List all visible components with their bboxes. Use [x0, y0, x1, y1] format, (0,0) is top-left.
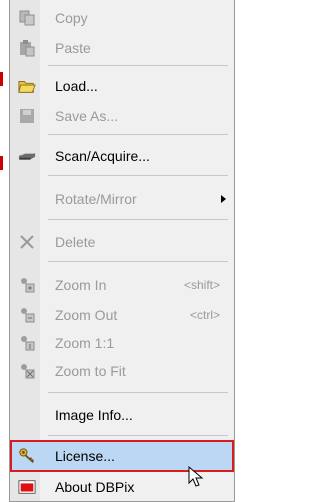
menu-separator	[48, 435, 228, 436]
shortcut-hint: <shift>	[183, 278, 220, 292]
menu-item-zoom-actual[interactable]: Zoom 1:1	[10, 328, 234, 358]
context-menu: Copy Paste Load... Save As... Scan/Acqui…	[9, 0, 235, 502]
edge-mark	[0, 72, 3, 86]
menu-item-label: About DBPix	[55, 479, 135, 495]
menu-item-label: Save As...	[55, 108, 119, 124]
about-icon	[18, 478, 36, 496]
shortcut-hint: <ctrl>	[189, 308, 220, 322]
menu-separator	[48, 175, 228, 176]
scanner-icon	[18, 147, 36, 165]
menu-item-label: Rotate/Mirror	[55, 191, 137, 207]
menu-item-paste[interactable]: Paste	[10, 33, 234, 63]
menu-separator	[48, 261, 228, 262]
license-key-icon	[18, 447, 36, 465]
delete-icon	[18, 233, 36, 251]
menu-item-label: Zoom to Fit	[55, 363, 126, 379]
save-icon	[18, 107, 36, 125]
paste-icon	[18, 39, 36, 57]
menu-item-label: License...	[55, 448, 115, 464]
menu-item-label: Load...	[55, 78, 98, 94]
menu-separator	[48, 134, 228, 135]
menu-item-rotate-mirror[interactable]: Rotate/Mirror	[10, 184, 234, 214]
menu-item-scan-acquire[interactable]: Scan/Acquire...	[10, 141, 234, 171]
copy-icon	[18, 9, 36, 27]
zoom-fit-icon	[18, 362, 36, 380]
left-edge-strip	[0, 0, 9, 502]
mouse-pointer-icon	[188, 466, 204, 487]
menu-item-load[interactable]: Load...	[10, 71, 234, 101]
menu-item-label: Zoom 1:1	[55, 335, 115, 351]
menu-item-label: Delete	[55, 234, 96, 250]
menu-item-label: Zoom Out	[55, 307, 118, 323]
menu-item-delete[interactable]: Delete	[10, 227, 234, 257]
menu-item-label: Paste	[55, 40, 91, 56]
menu-separator	[48, 392, 228, 393]
menu-item-zoom-to-fit[interactable]: Zoom to Fit	[10, 356, 234, 386]
menu-item-label: Scan/Acquire...	[55, 148, 150, 164]
zoom-in-icon	[18, 276, 36, 294]
menu-item-label: Zoom In	[55, 277, 107, 293]
menu-item-copy[interactable]: Copy	[10, 3, 234, 33]
zoom-out-icon	[18, 306, 36, 324]
menu-item-save-as[interactable]: Save As...	[10, 101, 234, 131]
folder-open-icon	[18, 77, 36, 95]
edge-mark	[0, 156, 3, 170]
menu-separator	[48, 65, 228, 66]
menu-item-image-info[interactable]: Image Info...	[10, 400, 234, 430]
menu-item-label: Image Info...	[55, 407, 133, 423]
menu-item-zoom-out[interactable]: Zoom Out <ctrl>	[10, 300, 234, 330]
menu-separator	[48, 219, 228, 220]
menu-item-label: Copy	[55, 10, 88, 26]
zoom-actual-icon	[18, 334, 36, 352]
submenu-arrow-icon	[221, 195, 226, 203]
menu-item-zoom-in[interactable]: Zoom In <shift>	[10, 270, 234, 300]
